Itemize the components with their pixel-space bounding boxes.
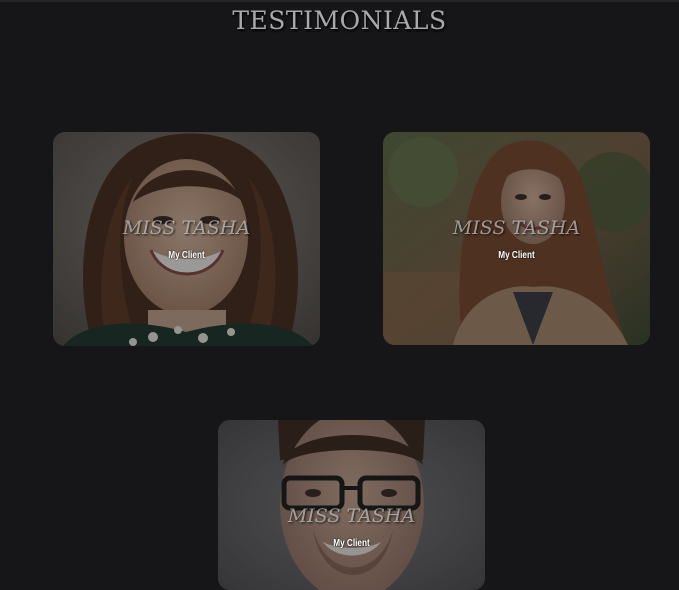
section-title: TESTIMONIALS	[232, 6, 447, 35]
testimonial-card[interactable]: MISS TASHA My Client	[218, 420, 485, 590]
client-role: My Client	[498, 250, 535, 261]
photo-overlay	[53, 132, 320, 346]
top-divider	[0, 0, 679, 2]
client-name: MISS TASHA	[122, 217, 251, 239]
client-role: My Client	[168, 250, 205, 261]
testimonial-card[interactable]: MISS TASHA My Client	[53, 132, 320, 346]
client-name: MISS TASHA	[287, 505, 416, 527]
testimonial-card[interactable]: MISS TASHA My Client	[383, 132, 650, 345]
client-name: MISS TASHA	[452, 217, 581, 239]
client-role: My Client	[333, 538, 370, 549]
